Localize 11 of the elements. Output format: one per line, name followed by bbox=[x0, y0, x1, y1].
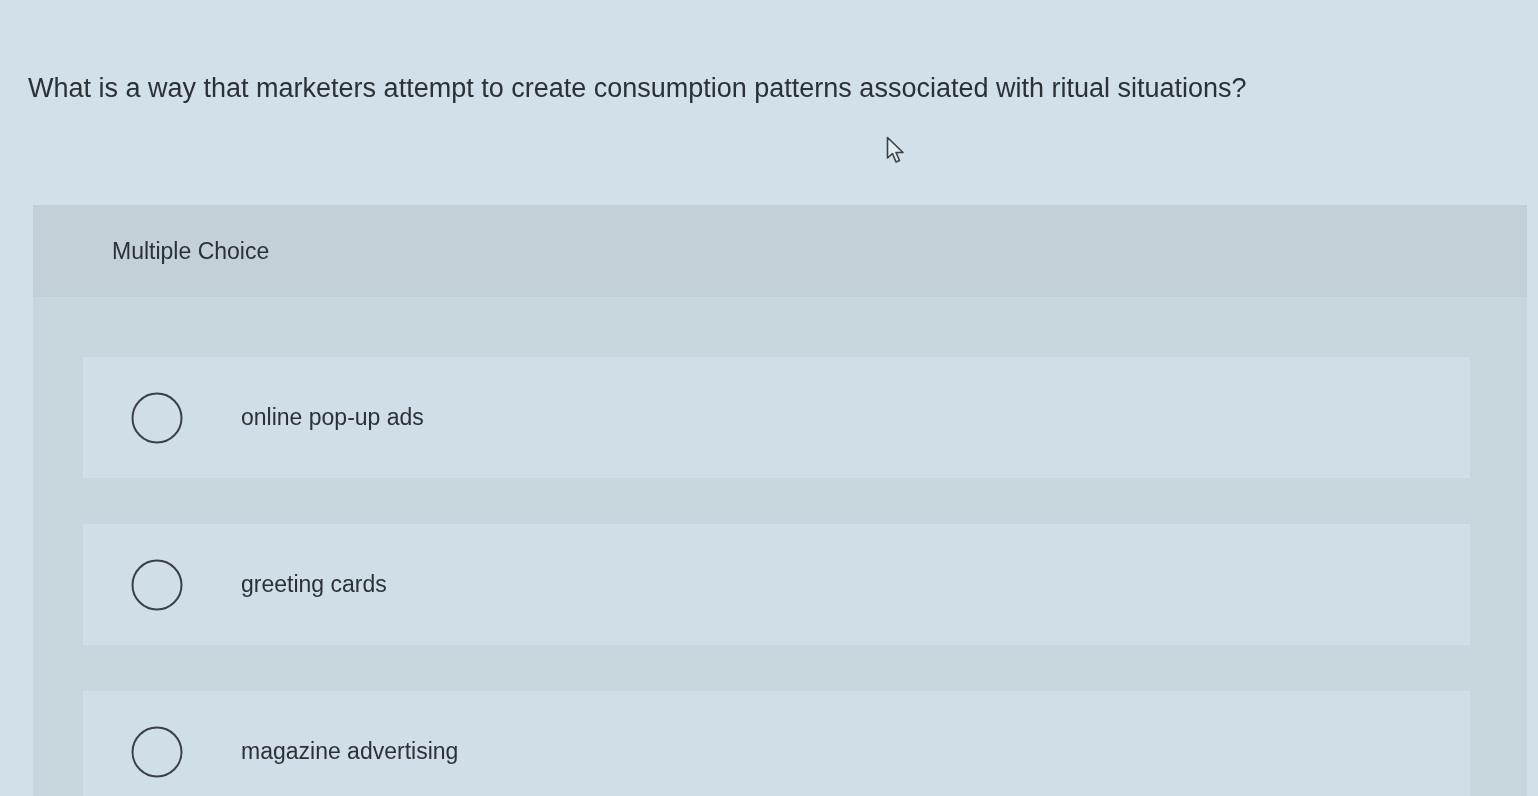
radio-button[interactable] bbox=[131, 726, 183, 778]
radio-button[interactable] bbox=[131, 559, 183, 611]
option-label: greeting cards bbox=[241, 570, 387, 599]
answer-option[interactable]: greeting cards bbox=[83, 524, 1470, 645]
question-text: What is a way that marketers attempt to create consumption patterns associated with ritual situations? bbox=[28, 72, 1247, 105]
answer-option[interactable]: online pop-up ads bbox=[83, 357, 1470, 478]
option-label: online pop-up ads bbox=[241, 403, 424, 432]
answer-option[interactable]: magazine advertising bbox=[83, 691, 1470, 796]
question-type-label: Multiple Choice bbox=[112, 237, 270, 265]
radio-button[interactable] bbox=[131, 392, 183, 444]
option-label: magazine advertising bbox=[241, 737, 459, 766]
